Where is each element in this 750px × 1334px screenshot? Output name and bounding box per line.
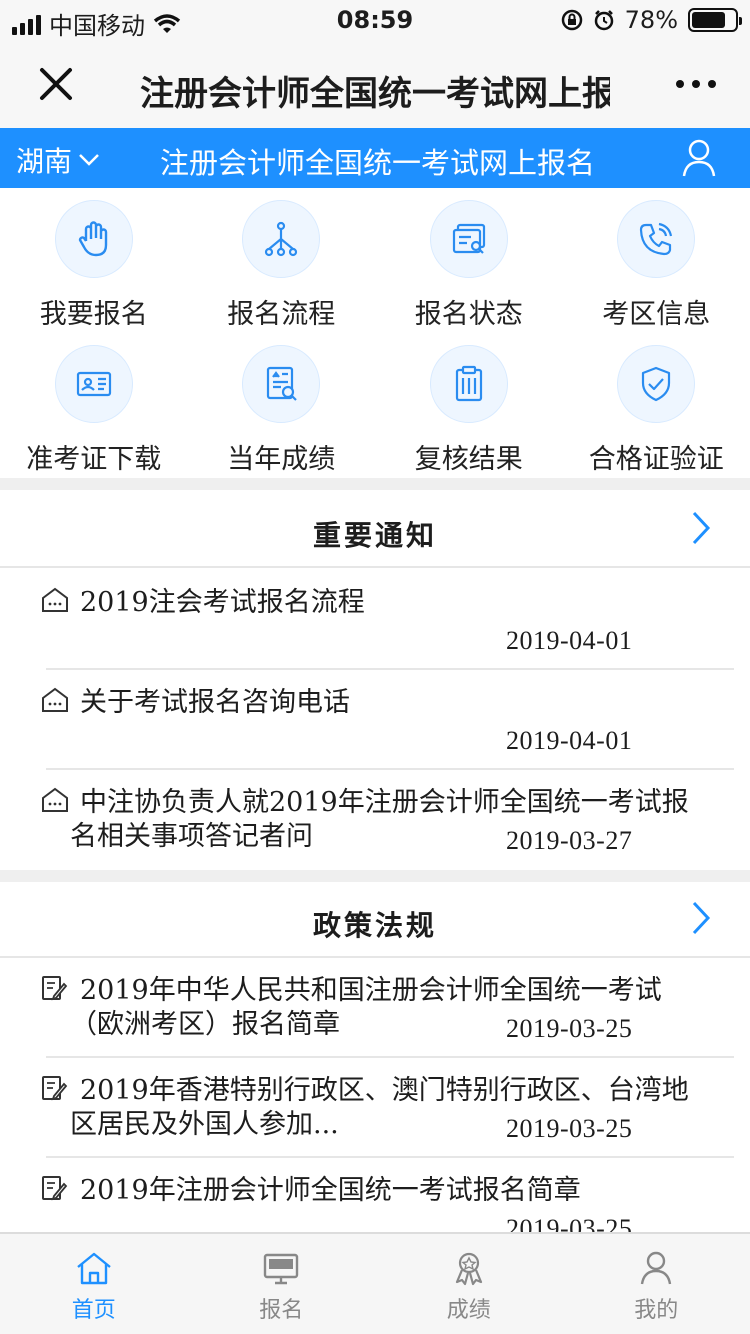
clipboard-icon xyxy=(429,345,508,423)
alarm-icon xyxy=(594,10,613,31)
id-card-icon xyxy=(54,345,133,423)
grid-label: 准考证下载 xyxy=(26,444,162,475)
home-icon xyxy=(76,1252,111,1285)
chevron-right-icon[interactable] xyxy=(690,900,712,936)
phone-icon xyxy=(617,200,696,278)
page-title: 注册会计师全国统一考试网上报名 xyxy=(140,74,610,114)
flow-icon xyxy=(242,200,321,278)
battery-icon xyxy=(688,8,742,32)
notice-item[interactable]: 中注协负责人就2019年注册会计师全国统一考试报名相关事项答记者问 2019-0… xyxy=(42,770,734,870)
section-divider xyxy=(0,478,750,490)
notice-date: 2019-04-01 xyxy=(506,726,633,755)
notice-date: 2019-03-27 xyxy=(506,826,633,855)
score-search-icon xyxy=(242,345,321,423)
function-grid: 我要报名 报名流程 报名状态 考区信息 准考证下载 当年成绩 复核结果 合格证验… xyxy=(0,188,750,478)
monitor-icon xyxy=(264,1253,299,1285)
status-bar: 中国移动 08:59 78% xyxy=(0,0,750,40)
notice-item[interactable]: 2019注会考试报名流程 2019-04-01 xyxy=(42,570,734,670)
grid-label: 我要报名 xyxy=(39,299,148,330)
tab-home[interactable]: 首页 xyxy=(0,1234,188,1334)
grid-label: 合格证验证 xyxy=(588,444,724,475)
shield-check-icon xyxy=(617,345,696,423)
policies-header[interactable]: 政策法规 xyxy=(0,880,750,958)
more-icon[interactable] xyxy=(676,80,716,88)
hand-icon xyxy=(54,200,133,278)
policy-item[interactable]: 2019年中华人民共和国注册会计师全国统一考试（欧洲考区）报名简章 2019-0… xyxy=(42,958,734,1058)
grid-label: 当年成绩 xyxy=(227,444,336,475)
grid-item-area-info[interactable]: 考区信息 xyxy=(563,188,750,333)
notice-date: 2019-04-01 xyxy=(506,626,633,655)
bottom-tab-bar: 首页 报名 成绩 我的 xyxy=(0,1232,750,1334)
tab-mine[interactable]: 我的 xyxy=(563,1234,750,1334)
user-icon[interactable] xyxy=(682,138,716,178)
grid-item-score[interactable]: 当年成绩 xyxy=(188,333,376,478)
rotation-lock-icon xyxy=(561,9,582,31)
site-header: 湖南 注册会计师全国统一考试网上报名 xyxy=(0,128,750,188)
battery-fill xyxy=(692,12,725,28)
grid-label: 报名流程 xyxy=(227,299,336,330)
notice-title: 关于考试报名咨询电话 xyxy=(80,687,350,718)
tab-label: 首页 xyxy=(71,1298,116,1323)
notice-item[interactable]: 关于考试报名咨询电话 2019-04-01 xyxy=(42,670,734,770)
policy-title: 2019年注册会计师全国统一考试报名简章 xyxy=(80,1175,581,1206)
grid-item-status[interactable]: 报名状态 xyxy=(375,188,563,333)
grid-item-review[interactable]: 复核结果 xyxy=(375,333,563,478)
house-chat-icon xyxy=(42,687,68,712)
policy-date: 2019-03-25 xyxy=(506,1114,633,1143)
policy-date: 2019-03-25 xyxy=(506,1014,633,1043)
tab-scores[interactable]: 成绩 xyxy=(375,1234,563,1334)
tab-label: 报名 xyxy=(259,1298,304,1323)
tab-label: 成绩 xyxy=(446,1298,491,1323)
policy-item[interactable]: 2019年香港特别行政区、澳门特别行政区、台湾地区居民及外国人参加... 201… xyxy=(42,1058,734,1158)
tab-label: 我的 xyxy=(634,1298,679,1323)
grid-item-register[interactable]: 我要报名 xyxy=(0,188,188,333)
grid-item-admission-download[interactable]: 准考证下载 xyxy=(0,333,188,478)
section-title: 政策法规 xyxy=(312,909,437,942)
house-chat-icon xyxy=(42,587,68,612)
chevron-right-icon[interactable] xyxy=(690,510,712,546)
document-edit-icon xyxy=(42,1076,68,1101)
award-icon xyxy=(455,1252,482,1286)
notices-header[interactable]: 重要通知 xyxy=(0,490,750,568)
grid-item-process[interactable]: 报名流程 xyxy=(188,188,376,333)
status-icon xyxy=(429,200,508,278)
chevron-down-icon xyxy=(79,154,99,166)
region-label: 湖南 xyxy=(16,145,73,178)
grid-label: 报名状态 xyxy=(414,299,523,330)
site-title: 注册会计师全国统一考试网上报名 xyxy=(160,146,596,180)
document-edit-icon xyxy=(42,976,68,1001)
house-chat-icon xyxy=(42,787,68,812)
grid-item-certificate-verify[interactable]: 合格证验证 xyxy=(563,333,750,478)
document-edit-icon xyxy=(42,1176,68,1201)
person-icon xyxy=(641,1251,672,1285)
grid-label: 考区信息 xyxy=(602,299,711,330)
status-right: 78% xyxy=(561,6,742,34)
close-icon[interactable] xyxy=(36,64,76,104)
tab-register[interactable]: 报名 xyxy=(188,1234,376,1334)
notice-title: 2019注会考试报名流程 xyxy=(80,587,365,618)
grid-label: 复核结果 xyxy=(414,444,523,475)
section-title: 重要通知 xyxy=(312,519,437,552)
nav-bar: 注册会计师全国统一考试网上报名 xyxy=(0,40,750,128)
battery-percent: 78% xyxy=(624,6,678,34)
region-selector[interactable]: 湖南 xyxy=(16,140,100,180)
